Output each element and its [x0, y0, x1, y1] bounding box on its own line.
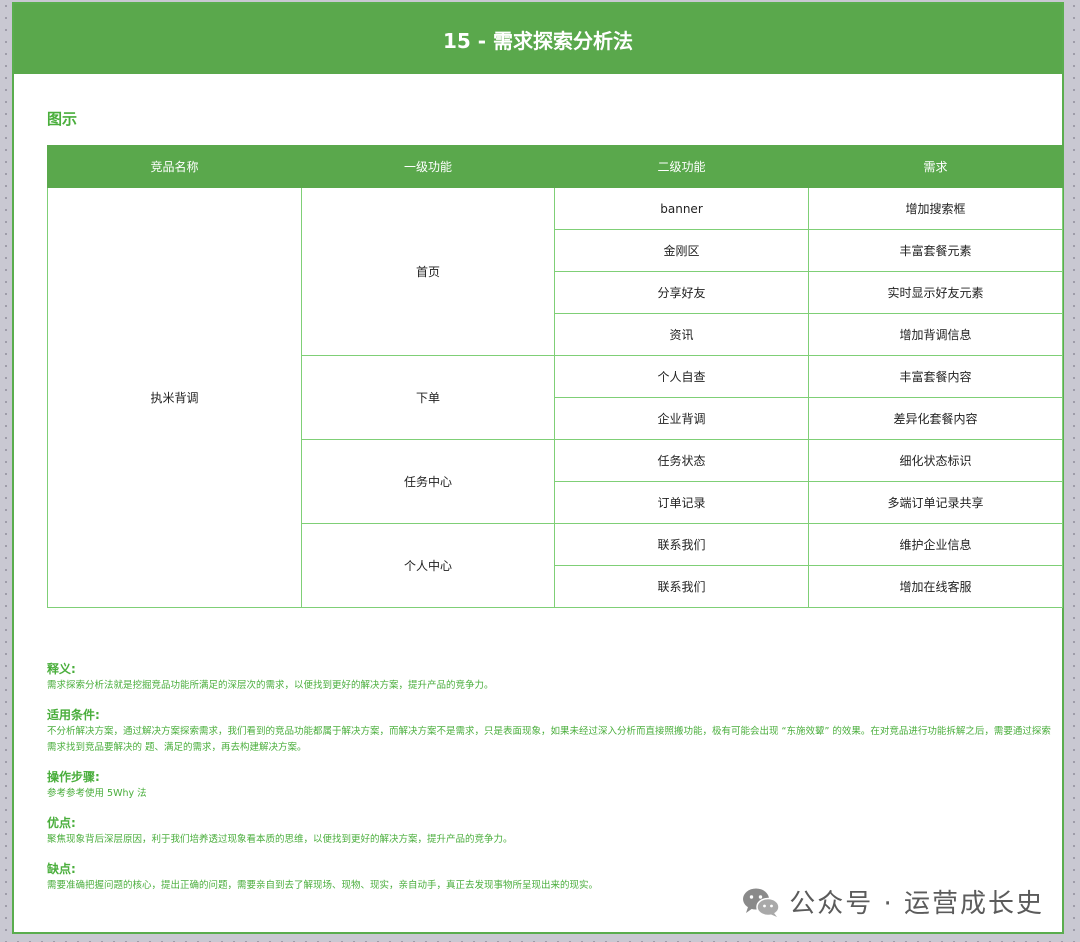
note-heading: 优点: — [47, 816, 76, 830]
column-header: 二级功能 — [554, 145, 809, 188]
level1-cell: 下单 — [301, 355, 555, 440]
level2-cell: 个人自查 — [554, 355, 809, 398]
level1-cell: 个人中心 — [301, 523, 555, 608]
note-body: 聚焦现象背后深层原因，利于我们培养透过现象看本质的思维，以便找到更好的解决方案，… — [47, 834, 513, 845]
note-pros: 优点: 聚焦现象背后深层原因，利于我们培养透过现象看本质的思维，以便找到更好的解… — [47, 814, 1052, 848]
level2-cell: 订单记录 — [554, 481, 809, 524]
need-cell: 细化状态标识 — [808, 439, 1063, 482]
product-name-cell: 执米背调 — [47, 187, 302, 608]
watermark: 公众号 · 运营成长史 — [741, 883, 1044, 920]
level2-cell: 联系我们 — [554, 523, 809, 566]
note-body: 需求探索分析法就是挖掘竞品功能所满足的深层次的需求，以便找到更好的解决方案，提升… — [47, 680, 494, 691]
level2-cell: 分享好友 — [554, 271, 809, 314]
need-cell: 增加在线客服 — [808, 565, 1063, 608]
level2-cell: 企业背调 — [554, 397, 809, 440]
note-conditions: 适用条件: 不分析解决方案，通过解决方案探索需求，我们看到的竞品功能都属于解决方… — [47, 706, 1052, 756]
column-header: 一级功能 — [301, 145, 555, 188]
note-heading: 适用条件: — [47, 708, 100, 722]
need-cell: 维护企业信息 — [808, 523, 1063, 566]
notes-section: 释义: 需求探索分析法就是挖掘竞品功能所满足的深层次的需求，以便找到更好的解决方… — [47, 660, 1052, 906]
note-body: 参考参考使用 5Why 法 — [47, 788, 147, 799]
level2-cell: 金刚区 — [554, 229, 809, 272]
page-title: 15 - 需求探索分析法 — [442, 28, 634, 53]
need-cell: 实时显示好友元素 — [808, 271, 1063, 314]
column-header: 竞品名称 — [47, 145, 302, 188]
note-heading: 释义: — [47, 662, 76, 676]
level2-cell: banner — [554, 187, 809, 230]
watermark-text: 公众号 · 运营成长史 — [789, 889, 1044, 919]
level2-cell: 资讯 — [554, 313, 809, 356]
note-heading: 操作步骤: — [47, 770, 100, 784]
need-cell: 丰富套餐元素 — [808, 229, 1063, 272]
level2-cell: 联系我们 — [554, 565, 809, 608]
need-cell: 增加搜索框 — [808, 187, 1063, 230]
need-cell: 差异化套餐内容 — [808, 397, 1063, 440]
need-cell: 多端订单记录共享 — [808, 481, 1063, 524]
note-steps: 操作步骤: 参考参考使用 5Why 法 — [47, 768, 1052, 802]
analysis-table: 竞品名称 一级功能 二级功能 需求 执米背调 首页 banner 增加搜索框 金… — [47, 145, 1063, 608]
wechat-icon — [743, 888, 780, 917]
note-heading: 缺点: — [47, 862, 76, 876]
level2-cell: 任务状态 — [554, 439, 809, 482]
table-row: 执米背调 首页 banner 增加搜索框 — [47, 187, 1063, 608]
section-title: 图示 — [47, 110, 78, 128]
need-cell: 增加背调信息 — [808, 313, 1063, 356]
need-cell: 丰富套餐内容 — [808, 355, 1063, 398]
title-banner: 15 - 需求探索分析法 — [14, 4, 1062, 74]
note-definition: 释义: 需求探索分析法就是挖掘竞品功能所满足的深层次的需求，以便找到更好的解决方… — [47, 660, 1052, 694]
document-page: 15 - 需求探索分析法 图示 竞品名称 一级功能 二级功能 需求 执米背调 首… — [12, 2, 1064, 934]
note-body: 不分析解决方案，通过解决方案探索需求，我们看到的竞品功能都属于解决方案，而解决方… — [47, 726, 1051, 753]
level1-cell: 任务中心 — [301, 439, 555, 524]
column-header: 需求 — [808, 145, 1063, 188]
level1-cell: 首页 — [301, 187, 555, 356]
table-header-row: 竞品名称 一级功能 二级功能 需求 — [47, 145, 1063, 188]
